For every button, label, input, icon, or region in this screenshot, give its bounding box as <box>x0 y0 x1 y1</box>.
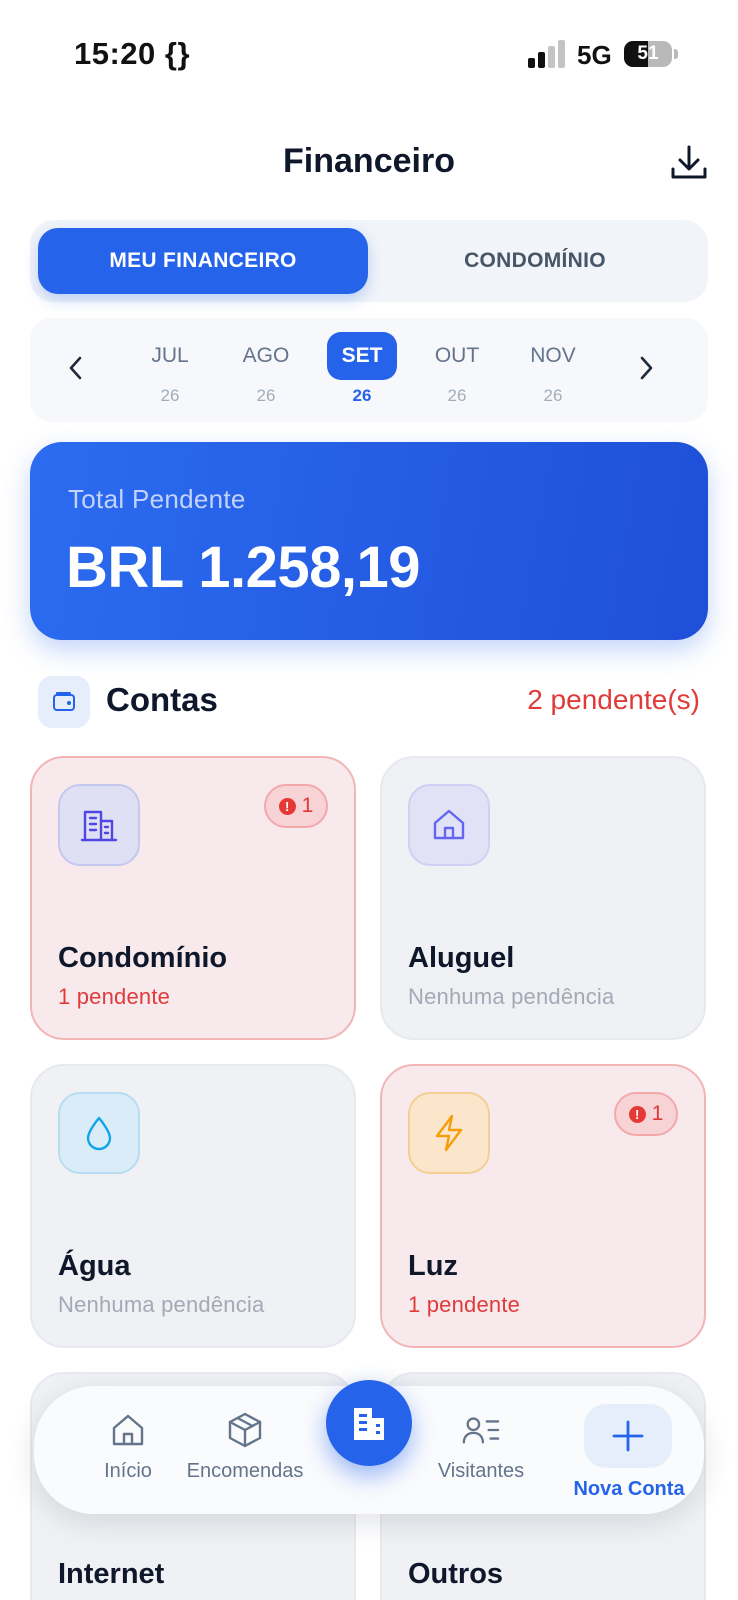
nova-conta-label[interactable]: Nova Conta <box>554 1478 704 1501</box>
pending-badge: ! 1 <box>614 1092 678 1136</box>
month-year: 26 <box>543 386 563 405</box>
battery-icon: 51 <box>624 41 672 67</box>
nav-label: Encomendas <box>186 1460 304 1482</box>
tab-condominio[interactable]: CONDOMÍNIO <box>370 228 700 294</box>
card-subtitle: Nenhuma pendência <box>408 984 615 1009</box>
pending-count: 2 pendente(s) <box>527 684 700 715</box>
nav-item-visitantes[interactable]: Visitantes <box>426 1386 536 1514</box>
tab-meu-financeiro[interactable]: MEU FINANCEIRO <box>38 228 368 294</box>
status-time: 15:20 {} <box>74 36 191 71</box>
page-title: Financeiro <box>283 142 455 180</box>
total-pending-card: Total Pendente BRL 1.258,19 <box>30 442 708 640</box>
card-icon-box <box>58 1092 140 1174</box>
card-subtitle: 1 pendente <box>408 1292 521 1317</box>
financial-scope-tabs: MEU FINANCEIRO CONDOMÍNIO <box>30 220 708 302</box>
chevron-left-icon <box>69 356 82 380</box>
nav-center-button[interactable] <box>326 1380 412 1466</box>
account-card-luz[interactable]: ! 1 Luz 1 pendente <box>380 1064 706 1348</box>
package-icon <box>228 1412 262 1448</box>
alert-icon: ! <box>628 1105 646 1123</box>
download-button[interactable] <box>668 142 710 184</box>
nav-label: Início <box>104 1460 152 1482</box>
month-name: JUL <box>151 344 189 367</box>
wallet-icon <box>53 692 75 711</box>
building-icon <box>354 1408 384 1440</box>
signal-icon <box>528 40 568 68</box>
card-title: Outros <box>408 1558 504 1590</box>
month-jul[interactable]: JUL 26 <box>135 332 205 406</box>
badge-count: 1 <box>301 794 314 817</box>
nav-item-inicio[interactable]: Início <box>78 1386 178 1514</box>
total-pending-value: BRL 1.258,19 <box>66 535 421 600</box>
network-label: 5G <box>577 40 612 70</box>
building-icon <box>80 810 118 842</box>
alert-icon: ! <box>278 797 296 815</box>
section-icon-box <box>38 676 90 728</box>
home-icon <box>433 809 465 840</box>
previous-month-button[interactable] <box>58 350 94 386</box>
bottom-navigation: Início Encomendas Visitantes Nova Conta <box>34 1380 704 1514</box>
plus-icon <box>612 1420 644 1452</box>
water-drop-icon <box>86 1116 112 1151</box>
card-title: Luz <box>408 1250 458 1282</box>
month-name: OUT <box>434 344 480 367</box>
chevron-right-icon <box>640 356 653 380</box>
battery-tip <box>674 49 678 59</box>
month-year: 26 <box>160 386 180 405</box>
account-card-agua[interactable]: Água Nenhuma pendência <box>30 1064 356 1348</box>
battery-level: 51 <box>637 43 659 64</box>
card-icon-box <box>58 784 140 866</box>
section-title: Contas <box>106 681 218 718</box>
nova-conta-button[interactable] <box>584 1404 672 1468</box>
pending-badge: ! 1 <box>264 784 328 828</box>
month-nov[interactable]: NOV 26 <box>518 332 588 406</box>
month-name: AGO <box>242 344 290 367</box>
month-ago[interactable]: AGO 26 <box>231 332 301 406</box>
month-year: 26 <box>352 386 372 405</box>
month-year: 26 <box>447 386 467 405</box>
card-subtitle: 1 pendente <box>58 984 171 1009</box>
month-out[interactable]: OUT 26 <box>422 332 492 406</box>
card-title: Condomínio <box>58 942 228 974</box>
home-icon <box>112 1414 144 1446</box>
badge-count: 1 <box>651 1102 664 1125</box>
lightning-icon <box>435 1114 463 1152</box>
month-set[interactable]: SET 26 <box>327 332 397 406</box>
next-month-button[interactable] <box>628 350 664 386</box>
total-pending-label: Total Pendente <box>68 484 246 514</box>
card-icon-box <box>408 784 490 866</box>
card-title: Aluguel <box>408 942 515 974</box>
card-subtitle: Nenhuma pendência <box>58 1292 265 1317</box>
card-icon-box <box>408 1092 490 1174</box>
account-card-aluguel[interactable]: Aluguel Nenhuma pendência <box>380 756 706 1040</box>
month-name: SET <box>327 332 397 380</box>
nav-label: Visitantes <box>437 1460 525 1482</box>
download-icon <box>671 145 707 179</box>
nav-item-encomendas[interactable]: Encomendas <box>180 1386 310 1514</box>
month-name: NOV <box>530 344 576 367</box>
visitors-icon <box>462 1417 500 1444</box>
account-card-condominio[interactable]: ! 1 Condomínio 1 pendente <box>30 756 356 1040</box>
month-selector: JUL 26 AGO 26 SET 26 OUT 26 NOV 26 <box>30 318 708 422</box>
month-year: 26 <box>256 386 276 405</box>
status-bar: 15:20 {} 5G 51 <box>0 0 738 100</box>
card-title: Internet <box>58 1558 165 1590</box>
card-title: Água <box>58 1250 131 1282</box>
